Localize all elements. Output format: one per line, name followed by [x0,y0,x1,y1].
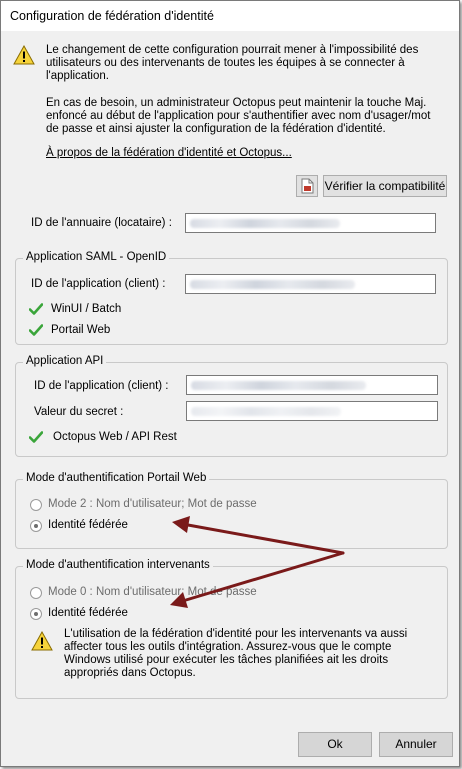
federation-help-link[interactable]: À propos de la fédération d'identité et … [46,147,292,159]
portal-mode2-radio[interactable] [30,499,42,511]
warning-icon [31,631,53,651]
api-check-web: Octopus Web / API Rest [53,431,177,443]
portal-auth-group [15,479,448,549]
portal-federated-label[interactable]: Identité fédérée [48,519,128,531]
api-group-title: Application API [23,355,107,367]
api-secret-label: Valeur du secret : [34,406,124,418]
pdf-button[interactable] [296,175,318,197]
portal-mode2-label[interactable]: Mode 2 : Nom d'utilisateur; Mot de passe [48,498,257,510]
dialog-window: Configuration de fédération d'identité L… [0,0,460,767]
directory-id-input[interactable] [185,213,436,233]
intervenant-federated-label[interactable]: Identité fédérée [48,607,128,619]
check-icon [29,431,43,443]
warning-icon [13,45,35,65]
warning-paragraph-1: Le changement de cette configuration pou… [46,44,419,82]
intervenant-warning-text: L'utilisation de la fédération d'identit… [64,628,408,679]
ok-button[interactable]: Ok [298,732,372,757]
warning-paragraph-2: En cas de besoin, un administrateur Octo… [46,97,431,135]
saml-app-id-label: ID de l'application (client) : [31,278,166,290]
api-app-id-input[interactable] [186,375,438,395]
window-title: Configuration de fédération d'identité [10,9,214,23]
check-icon [29,303,43,315]
intervenant-federated-radio[interactable] [30,608,42,620]
cancel-button[interactable]: Annuler [379,732,453,757]
intervenant-auth-title: Mode d'authentification intervenants [23,559,213,571]
pdf-icon [301,178,314,194]
intervenant-mode0-radio[interactable] [30,587,42,599]
directory-id-label: ID de l'annuaire (locataire) : [31,217,172,229]
portal-federated-radio[interactable] [30,520,42,532]
api-secret-input[interactable] [186,401,438,421]
api-app-id-label: ID de l'application (client) : [34,380,169,392]
portal-auth-title: Mode d'authentification Portail Web [23,472,210,484]
saml-group-title: Application SAML - OpenID [23,251,170,263]
saml-app-id-input[interactable] [185,274,436,294]
saml-check-portal: Portail Web [51,324,111,336]
saml-check-winui: WinUI / Batch [51,303,122,315]
check-icon [29,324,43,336]
intervenant-mode0-label[interactable]: Mode 0 : Nom d'utilisateur; Mot de passe [48,586,257,598]
title-bar[interactable]: Configuration de fédération d'identité [1,1,459,31]
verify-compatibility-button[interactable]: Vérifier la compatibilité [323,175,447,197]
